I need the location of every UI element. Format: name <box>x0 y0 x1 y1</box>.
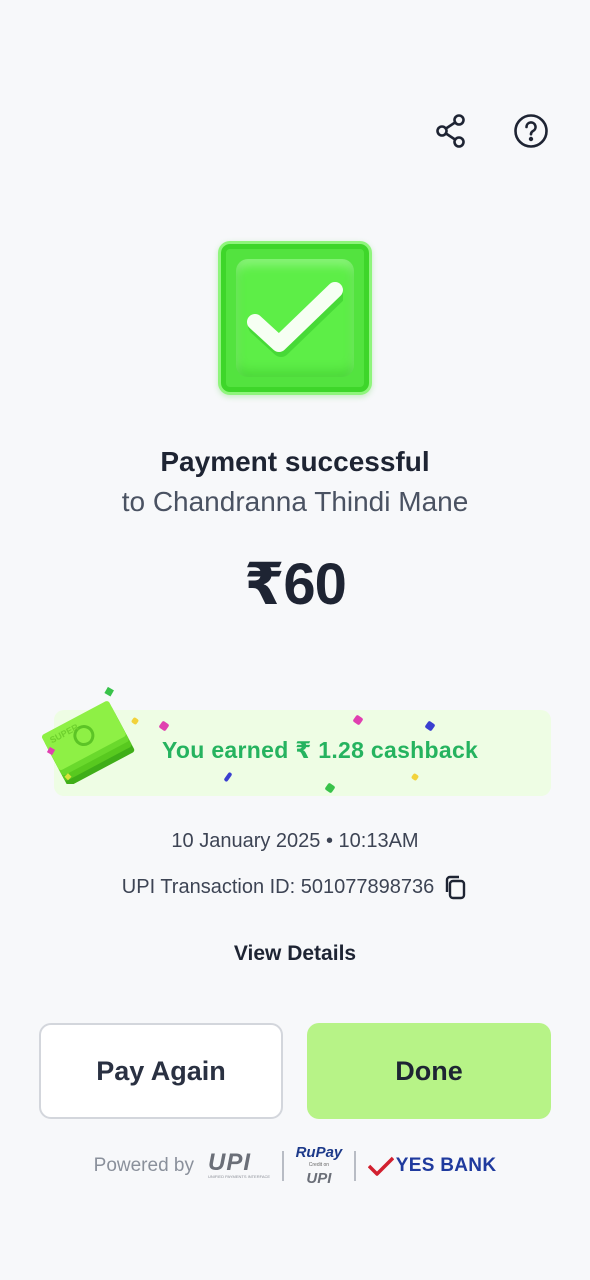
upi-logo-text: UPI <box>207 1149 251 1176</box>
confetti-piece <box>352 714 364 726</box>
confetti-piece <box>158 720 170 732</box>
rupay-logo-text: RuPay <box>295 1144 343 1161</box>
top-actions <box>432 112 550 150</box>
upi-logo: UPI UNIFIED PAYMENTS INTERFACE <box>207 1149 271 1180</box>
confetti-piece <box>424 720 436 732</box>
done-button[interactable]: Done <box>307 1023 551 1119</box>
payment-status-title: Payment successful <box>160 446 430 477</box>
view-details-link[interactable]: View Details <box>0 942 590 966</box>
yes-bank-text: YES BANK <box>395 1154 497 1176</box>
upi-transaction-id: UPI Transaction ID: 501077898736 <box>121 875 435 898</box>
recipient-name: to Chandranna Thindi Mane <box>121 486 469 517</box>
success-badge <box>218 241 372 395</box>
footer-divider <box>282 1150 284 1181</box>
rupay-logo: RuPay Credit on UPI <box>295 1144 343 1187</box>
yes-bank-check-icon <box>367 1156 394 1176</box>
transaction-id-row: UPI Transaction ID: 501077898736 <box>0 874 590 900</box>
confetti-piece <box>324 782 336 794</box>
checkmark-icon <box>247 282 343 357</box>
confetti-piece <box>223 771 233 783</box>
share-icon[interactable] <box>432 112 470 150</box>
confetti-piece <box>410 772 420 782</box>
upi-logo-subtext: UNIFIED PAYMENTS INTERFACE <box>207 1174 271 1179</box>
cash-bundle-icon: SUPER <box>42 686 135 784</box>
transaction-datetime: 10 January 2025 • 10:13AM <box>171 830 419 852</box>
success-inner <box>236 259 354 377</box>
powered-by-footer: Powered by UPI UNIFIED PAYMENTS INTERFAC… <box>0 1144 590 1187</box>
copy-icon[interactable] <box>442 874 468 900</box>
payment-amount: ₹60 <box>244 552 347 617</box>
yes-bank-logo: YES BANK <box>367 1154 497 1177</box>
cashback-text: You earned ₹ 1.28 cashback <box>162 737 479 763</box>
pay-again-button[interactable]: Pay Again <box>39 1023 283 1119</box>
footer-divider <box>354 1150 356 1181</box>
powered-by-label: Powered by <box>93 1154 194 1176</box>
rupay-upi-text: UPI <box>306 1170 332 1187</box>
help-circle-icon[interactable] <box>512 112 550 150</box>
